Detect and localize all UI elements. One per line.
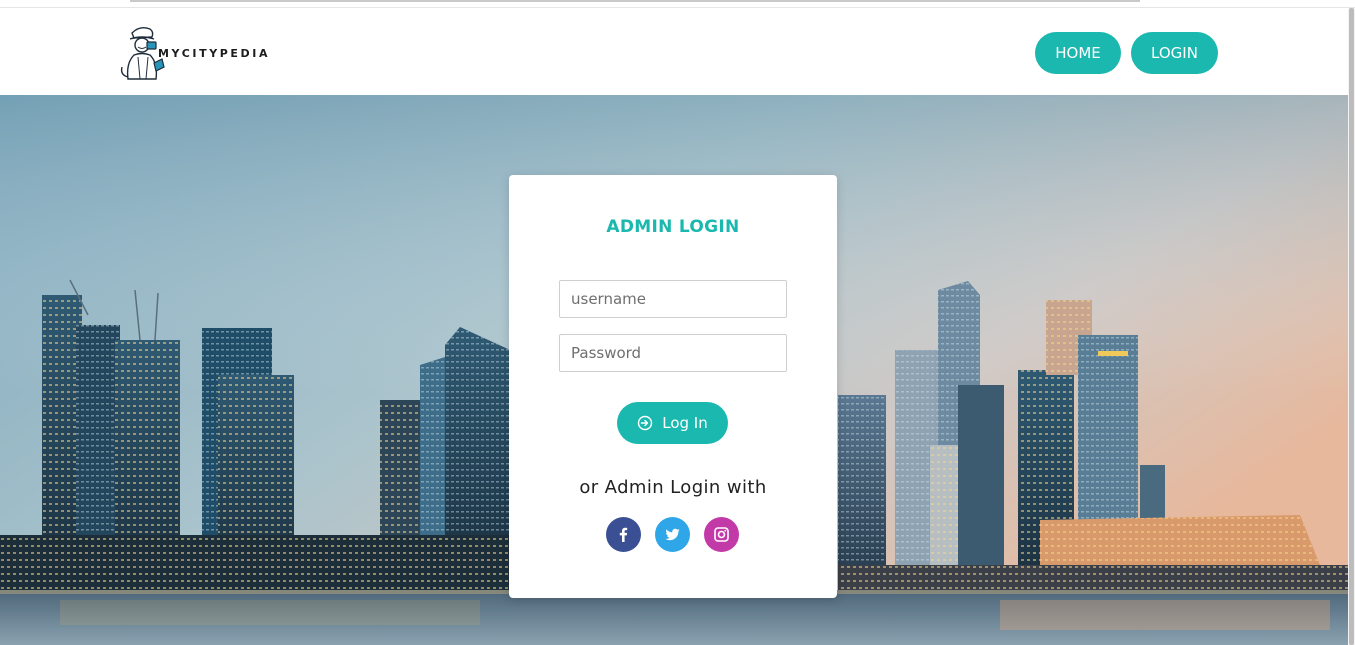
sign-in-icon (638, 415, 653, 431)
log-in-label: Log In (662, 414, 708, 432)
browser-top-strip (0, 0, 1355, 8)
facebook-login-button[interactable] (606, 517, 641, 552)
twitter-login-button[interactable] (655, 517, 690, 552)
top-scroll-indicator (130, 0, 1140, 2)
instagram-icon (714, 527, 729, 542)
brand-logo[interactable]: MYCITYPEDIA (118, 22, 278, 82)
brand-name: MYCITYPEDIA (158, 46, 271, 60)
login-title: ADMIN LOGIN (606, 217, 740, 237)
nav-login-button[interactable]: LOGIN (1131, 32, 1218, 74)
navbar: MYCITYPEDIA HOME LOGIN (0, 8, 1348, 95)
log-in-button[interactable]: Log In (617, 402, 728, 444)
alt-login-text: or Admin Login with (579, 477, 767, 498)
admin-login-card: ADMIN LOGIN Log In or Admin Login with (509, 175, 837, 598)
page-scrollbar[interactable] (1348, 8, 1355, 645)
facebook-icon (619, 527, 628, 542)
username-input[interactable] (559, 280, 787, 318)
scrollbar-thumb[interactable] (1349, 8, 1354, 645)
twitter-icon (665, 528, 680, 541)
password-input[interactable] (559, 334, 787, 372)
instagram-login-button[interactable] (704, 517, 739, 552)
nav-home-button[interactable]: HOME (1035, 32, 1121, 74)
